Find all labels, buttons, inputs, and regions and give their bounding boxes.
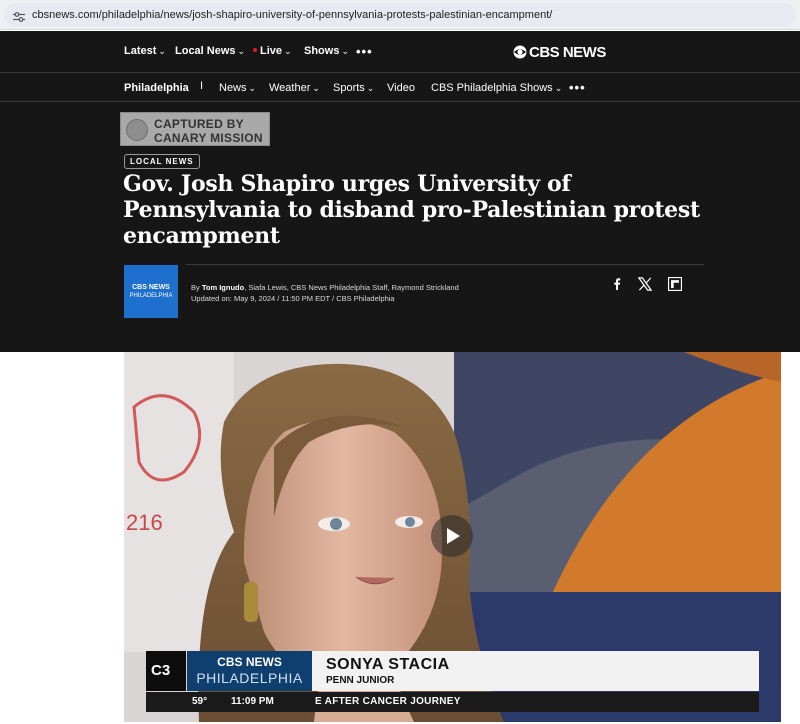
more-dots-icon[interactable]: ••• <box>356 44 373 59</box>
browser-address-bar: cbsnews.com/philadelphia/news/josh-shapi… <box>0 0 800 30</box>
subnav-shows[interactable]: CBS Philadelphia Shows ⌄ <box>431 82 562 94</box>
chevron-down-icon: ⌄ <box>341 46 349 56</box>
subnav-sports-label: Sports <box>333 82 365 94</box>
svg-text:216: 216 <box>126 510 163 535</box>
subnav-sports[interactable]: Sports ⌄ <box>333 82 374 94</box>
subnav-news[interactable]: News ⌄ <box>219 82 256 94</box>
subnav-shows-label: CBS Philadelphia Shows <box>431 82 553 94</box>
by-prefix: By <box>191 283 202 292</box>
watermark-line-2: CANARY MISSION <box>154 131 263 145</box>
live-dot-icon <box>253 48 257 52</box>
station-badge-text: C3 <box>151 662 171 679</box>
author-link[interactable]: Tom Ignudo <box>202 283 244 292</box>
subnav-video[interactable]: Video <box>387 82 415 94</box>
byline: By Tom Ignudo, Siafa Lewis, CBS News Phi… <box>191 282 459 304</box>
byline-divider <box>186 264 704 265</box>
nav-live-label: Live <box>260 45 283 57</box>
news-ticker: 59° 11:09 PM E AFTER CANCER JOURNEY <box>146 692 759 712</box>
thumb-brand: CBS NEWS <box>132 284 170 291</box>
more-dots-icon[interactable]: ••• <box>569 80 586 95</box>
section-tag[interactable]: LOCAL NEWS <box>124 154 200 169</box>
chevron-down-icon: ⌄ <box>158 46 166 56</box>
url-text[interactable]: cbsnews.com/philadelphia/news/josh-shapi… <box>32 9 552 21</box>
watermark-line-1: CAPTURED BY <box>154 117 244 131</box>
cbs-eye-icon <box>513 45 527 59</box>
headline: Gov. Josh Shapiro urges University of Pe… <box>123 171 700 249</box>
chevron-down-icon: ⌄ <box>366 83 375 93</box>
nav-live[interactable]: Live ⌄ <box>253 45 292 57</box>
chevron-down-icon: ⌄ <box>554 83 563 93</box>
x-icon[interactable] <box>636 275 654 293</box>
lower-third-brand: CBS NEWS PHILADELPHIA <box>187 651 312 691</box>
nav-shows-label: Shows <box>304 45 340 57</box>
updated-timestamp: Updated on: May 9, 2024 / 11:50 PM EDT /… <box>191 294 395 303</box>
flipboard-icon[interactable] <box>666 275 684 293</box>
play-button[interactable] <box>431 515 473 557</box>
thumb-station: PHILADELPHIA <box>129 293 173 299</box>
tune-icon[interactable] <box>13 12 25 22</box>
canary-bird-icon <box>126 119 148 141</box>
other-authors: , Siafa Lewis, CBS News Philadelphia Sta… <box>244 283 459 292</box>
ticker-crawl: E AFTER CANCER JOURNEY <box>315 696 461 707</box>
nav-local-news[interactable]: Local News ⌄ <box>175 45 245 57</box>
nav-latest-label: Latest <box>124 45 157 57</box>
speaker-name: SONYA STACIA <box>326 656 450 673</box>
author-line: By Tom Ignudo, Siafa Lewis, CBS News Phi… <box>191 282 459 293</box>
chevron-down-icon: ⌄ <box>284 46 292 56</box>
cbs-news-logo[interactable]: CBS NEWS <box>513 42 606 62</box>
play-icon <box>447 528 460 544</box>
nav-local-news-label: Local News <box>175 45 236 57</box>
station-link[interactable]: Philadelphia <box>124 82 189 94</box>
author-thumbnail: CBS NEWS PHILADELPHIA <box>124 265 178 318</box>
url-pill[interactable]: cbsnews.com/philadelphia/news/josh-shapi… <box>4 3 796 27</box>
top-nav: Latest ⌄ Local News ⌄ Live ⌄ Shows ⌄ ••• CBS… <box>0 31 800 73</box>
station-badge: C3 <box>146 651 186 691</box>
ticker-time: 11:09 PM <box>231 696 274 707</box>
canary-mission-watermark: CAPTURED BY CANARY MISSION <box>120 112 270 146</box>
chevron-down-icon: ⌄ <box>237 46 246 56</box>
nav-shows[interactable]: Shows ⌄ <box>304 45 349 57</box>
logo-text: CBS NEWS <box>529 43 606 61</box>
sub-nav: Philadelphia I News ⌄ Weather ⌄ Sports ⌄ Vi… <box>0 74 800 102</box>
subnav-news-label: News <box>219 82 247 94</box>
nav-latest[interactable]: Latest ⌄ <box>124 45 166 57</box>
nav-separator: I <box>200 80 204 92</box>
subnav-weather[interactable]: Weather ⌄ <box>269 82 320 94</box>
lower-third-name: SONYA STACIA PENN JUNIOR <box>312 651 759 691</box>
lower-third-brand-line-1: CBS NEWS <box>217 655 282 669</box>
lower-third-brand-line-2: PHILADELPHIA <box>196 670 303 686</box>
speaker-role: PENN JUNIOR <box>326 675 395 686</box>
ticker-temperature: 59° <box>192 696 208 707</box>
chevron-down-icon: ⌄ <box>312 83 320 93</box>
subnav-weather-label: Weather <box>269 82 311 94</box>
facebook-icon[interactable] <box>607 275 625 293</box>
chevron-down-icon: ⌄ <box>248 83 257 93</box>
article-header: Latest ⌄ Local News ⌄ Live ⌄ Shows ⌄ ••• CBS… <box>0 31 800 352</box>
